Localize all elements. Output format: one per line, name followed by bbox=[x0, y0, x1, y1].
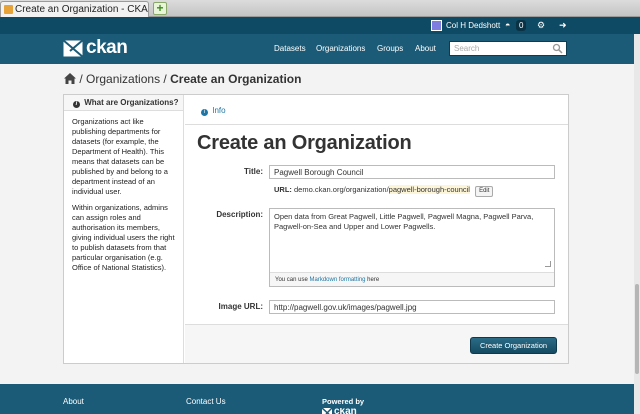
sidebar: i What are Organizations? Organizations … bbox=[64, 95, 184, 363]
new-tab-button[interactable]: + bbox=[153, 2, 167, 15]
scrollbar-thumb[interactable] bbox=[635, 284, 639, 374]
dashboard-icon[interactable]: ◓ bbox=[505, 17, 510, 34]
sidebar-heading-text: What are Organizations? bbox=[84, 98, 179, 107]
tab-info-label: Info bbox=[212, 106, 226, 115]
breadcrumb-organizations[interactable]: Organizations bbox=[86, 72, 160, 86]
nav-organizations[interactable]: Organizations bbox=[316, 34, 365, 64]
search-box bbox=[449, 41, 567, 56]
nav-groups[interactable]: Groups bbox=[377, 34, 403, 64]
sidebar-paragraph: Within organizations, admins can assign … bbox=[72, 203, 175, 272]
search-input[interactable] bbox=[450, 42, 550, 55]
logo-text: ckan bbox=[86, 37, 128, 58]
create-organization-button[interactable]: Create Organization bbox=[470, 337, 557, 354]
content-panel: i Info Create an Organization Title: URL… bbox=[185, 95, 568, 363]
browser-tab[interactable]: Create an Organization - CKAN bbox=[0, 1, 149, 17]
resize-handle-icon[interactable] bbox=[545, 261, 551, 267]
markdown-hint: You can use Markdown formatting here bbox=[270, 272, 554, 286]
gear-icon[interactable]: ⚙ bbox=[537, 17, 545, 34]
logout-icon[interactable]: ➜ bbox=[559, 17, 567, 34]
url-prefix: demo.ckan.org/organization/ bbox=[294, 185, 389, 194]
account-user-name[interactable]: Col H Dedshott bbox=[446, 17, 500, 34]
avatar[interactable] bbox=[431, 20, 442, 31]
nav-datasets[interactable]: Datasets bbox=[274, 34, 306, 64]
favicon-icon bbox=[4, 5, 13, 14]
footer-ckan-logo[interactable]: ckan bbox=[322, 408, 362, 414]
description-label: Description: bbox=[216, 210, 263, 219]
description-box: Open data from Great Pagwell, Little Pag… bbox=[269, 208, 555, 287]
breadcrumb-separator: / bbox=[163, 72, 167, 86]
home-icon[interactable] bbox=[64, 73, 76, 84]
title-field[interactable] bbox=[269, 165, 555, 179]
logo-mark-icon bbox=[63, 40, 83, 57]
description-field[interactable]: Open data from Great Pagwell, Little Pag… bbox=[274, 212, 544, 266]
image-url-field[interactable] bbox=[269, 300, 555, 314]
browser-tab-title: Create an Organization - CKAN bbox=[15, 4, 149, 15]
info-icon: i bbox=[201, 109, 208, 116]
tab-info[interactable]: i Info bbox=[201, 106, 226, 116]
markdown-hint-text: here bbox=[365, 277, 380, 283]
activity-count-badge[interactable]: 0 bbox=[516, 20, 527, 31]
title-label: Title: bbox=[244, 167, 263, 176]
breadcrumb-separator: / bbox=[79, 72, 83, 86]
edit-url-button[interactable]: Edit bbox=[475, 186, 494, 197]
browser-chrome: Create an Organization - CKAN + bbox=[0, 0, 640, 17]
form-actions: Create Organization bbox=[185, 324, 568, 363]
search-icon[interactable] bbox=[552, 43, 563, 54]
breadcrumb-current: Create an Organization bbox=[170, 72, 302, 86]
url-label: URL: bbox=[274, 185, 292, 194]
content-tabs: i Info bbox=[185, 95, 568, 125]
footer-contact-link[interactable]: Contact Us bbox=[186, 397, 226, 406]
nav-about[interactable]: About bbox=[415, 34, 436, 64]
footer-logo-text: ckan bbox=[334, 408, 357, 414]
footer: About Contact Us Powered by ckan bbox=[0, 384, 640, 414]
main-wrapper: i What are Organizations? Organizations … bbox=[63, 94, 569, 364]
breadcrumb: / Organizations / Create an Organization bbox=[64, 72, 301, 86]
markdown-hint-text: You can use bbox=[275, 277, 310, 283]
masthead: ckan Datasets Organizations Groups About bbox=[0, 34, 640, 64]
markdown-link[interactable]: Markdown formatting bbox=[309, 277, 365, 283]
powered-by-text: Powered by bbox=[322, 397, 365, 406]
url-line: URL: demo.ckan.org/organization/pagwell-… bbox=[274, 184, 494, 197]
sidebar-paragraph: Organizations act like publishing depart… bbox=[72, 117, 168, 196]
page-title: Create an Organization bbox=[197, 132, 412, 154]
image-url-label: Image URL: bbox=[218, 302, 263, 311]
footer-about-link[interactable]: About bbox=[63, 397, 84, 406]
page-scrollbar[interactable] bbox=[634, 34, 640, 414]
account-bar: Col H Dedshott ◓ 0 ⚙ ➜ bbox=[0, 17, 640, 34]
sidebar-heading: i What are Organizations? bbox=[64, 95, 183, 111]
info-icon: i bbox=[73, 101, 80, 108]
url-slug: pagwell-borough-council bbox=[388, 185, 470, 194]
logo-mark-icon bbox=[322, 408, 332, 414]
